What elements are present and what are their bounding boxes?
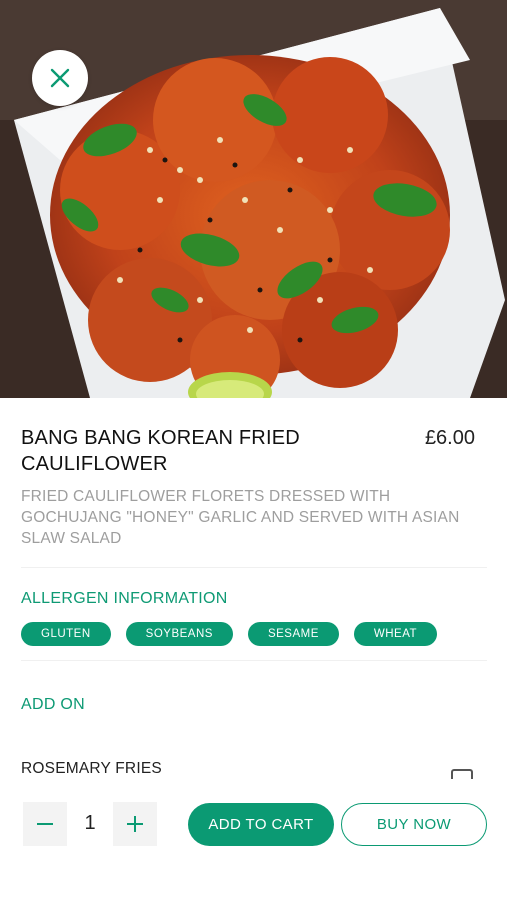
addon-checkbox[interactable]: [451, 769, 473, 779]
allergen-list: GLUTEN SOYBEANS SESAME WHEAT: [21, 622, 438, 646]
allergen-chip: SOYBEANS: [125, 622, 233, 646]
allergen-heading: ALLERGEN INFORMATION: [21, 590, 228, 607]
addon-heading: ADD ON: [21, 696, 86, 713]
quantity-value: 1: [84, 812, 96, 834]
buy-now-button[interactable]: BUY NOW: [341, 803, 487, 846]
allergen-chip: SESAME: [247, 622, 339, 646]
minus-icon: [37, 823, 53, 825]
add-to-cart-button[interactable]: ADD TO CART: [188, 803, 334, 846]
decrease-quantity-button[interactable]: [23, 802, 67, 846]
product-price: £6.00: [424, 427, 475, 449]
product-description: FRIED CAULIFLOWER FLORETS DRESSED WITH G…: [21, 488, 460, 547]
increase-quantity-button[interactable]: [113, 802, 157, 846]
allergen-chip: WHEAT: [353, 622, 438, 646]
allergen-chip: GLUTEN: [21, 622, 111, 646]
divider: [21, 567, 487, 568]
plus-icon: [127, 816, 143, 832]
divider: [21, 660, 487, 661]
addon-name: ROSEMARY FRIES: [21, 760, 162, 777]
close-icon: [50, 68, 70, 88]
addon-row[interactable]: ROSEMARY FRIES: [21, 758, 473, 780]
product-title: BANG BANG KOREAN FRIED CAULIFLOWER: [21, 427, 300, 475]
close-button[interactable]: [32, 50, 88, 106]
